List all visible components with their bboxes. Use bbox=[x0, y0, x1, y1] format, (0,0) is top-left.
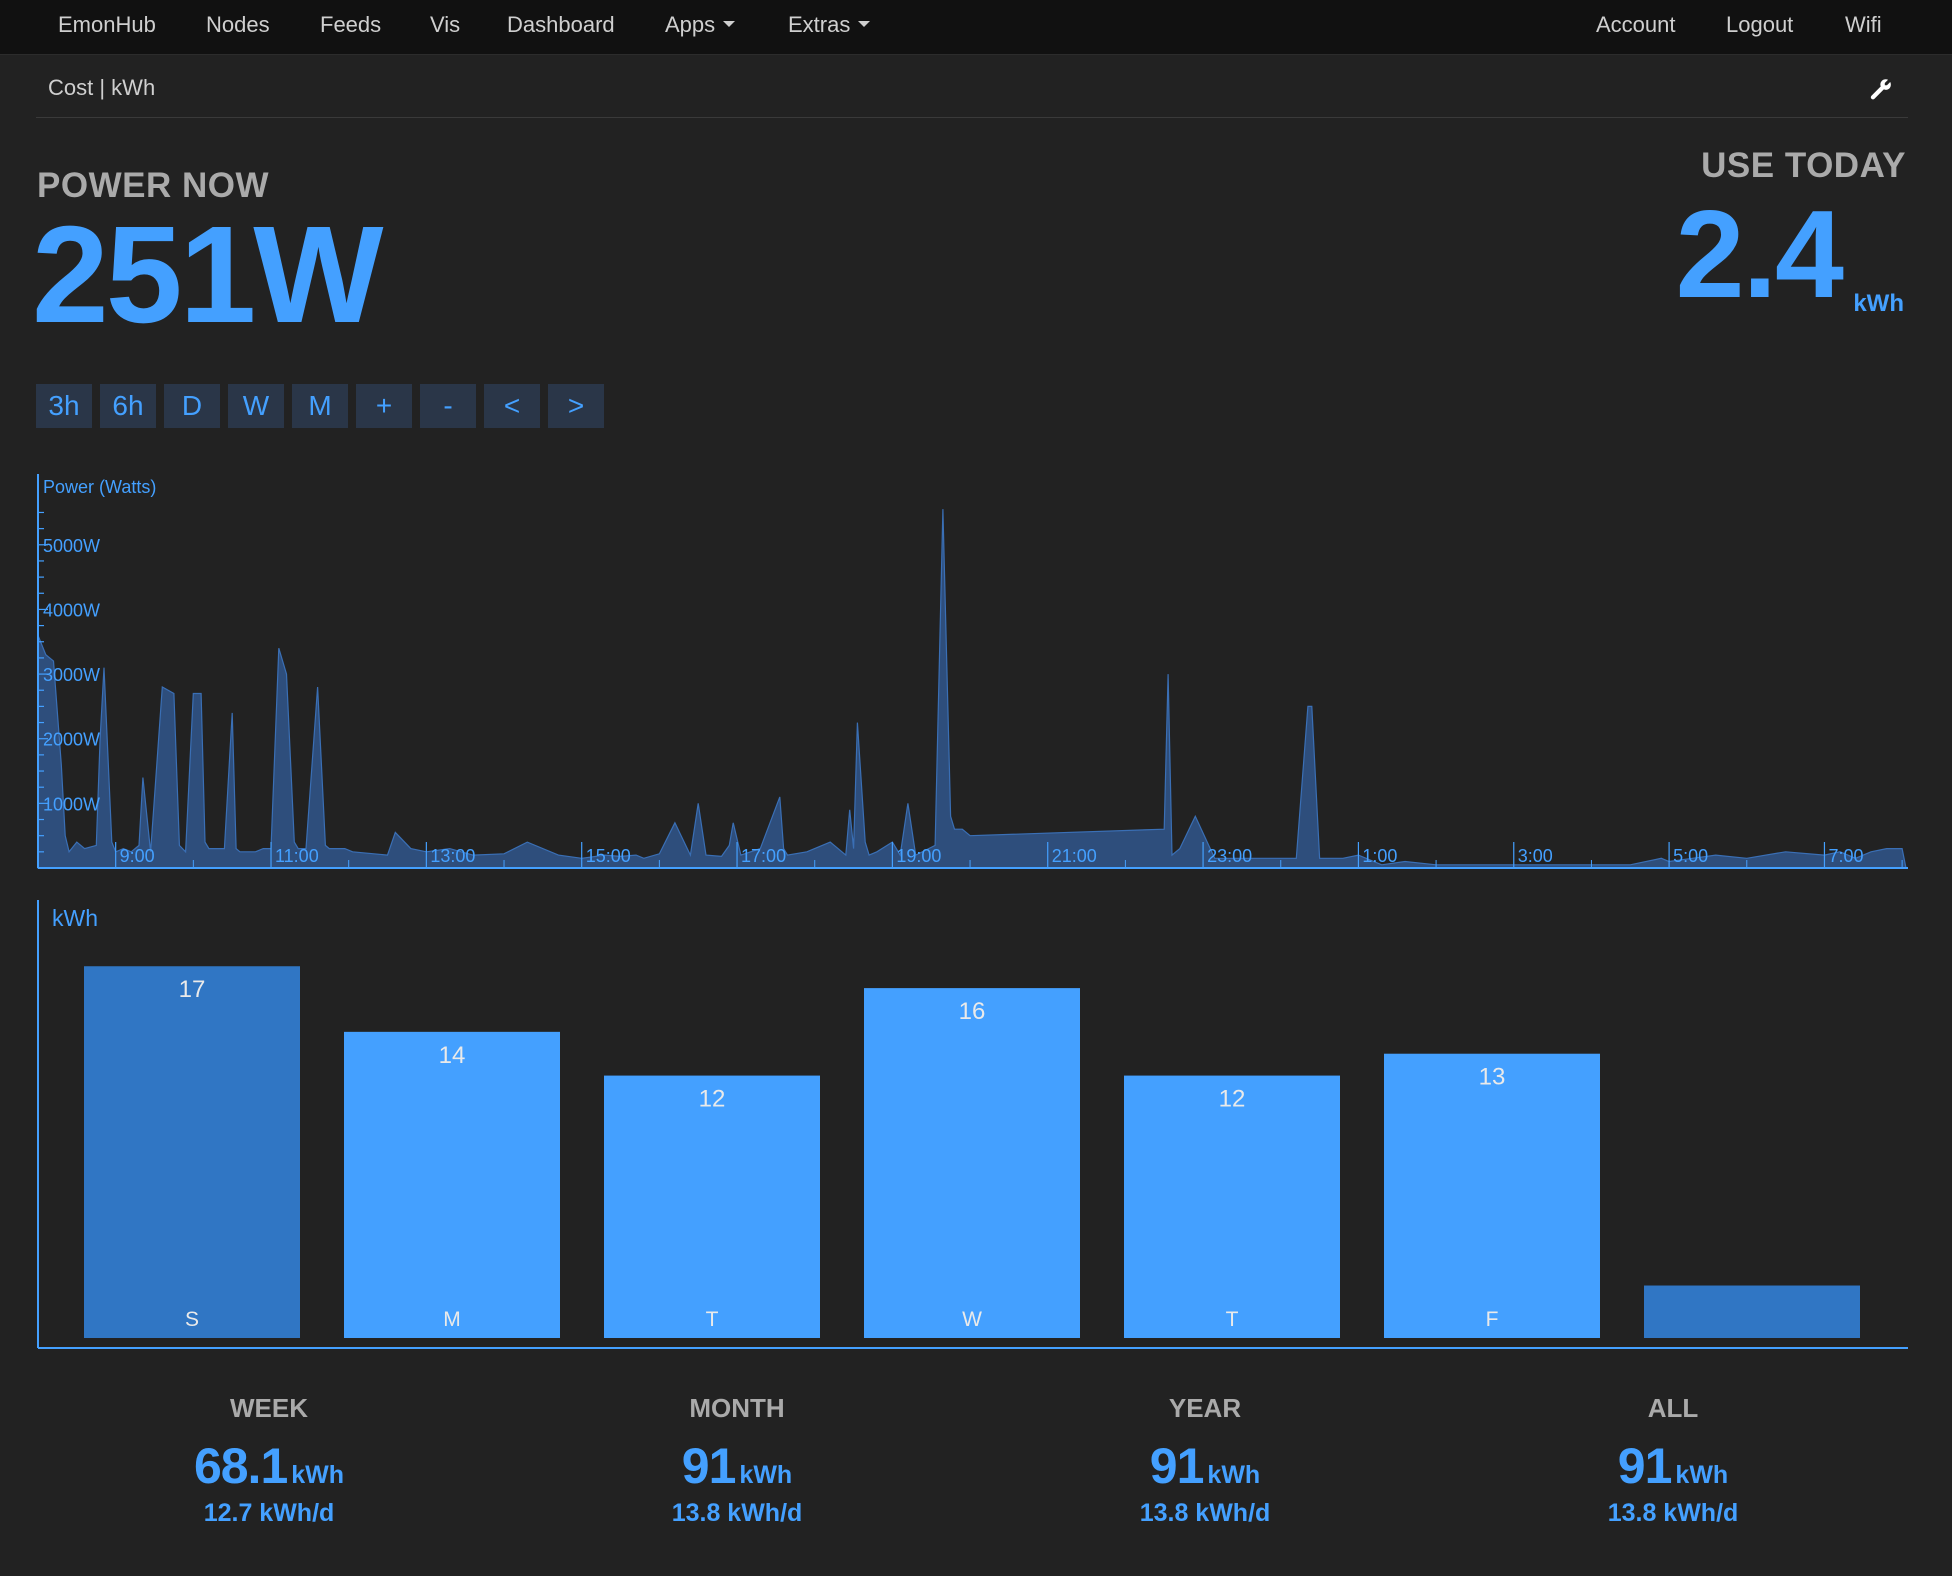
use-today-label: USE TODAY bbox=[1701, 146, 1906, 185]
power-x-tick-label: 13:00 bbox=[430, 846, 475, 866]
bar-day-label: T bbox=[706, 1308, 719, 1331]
bar-value-label: 12 bbox=[1219, 1086, 1246, 1113]
use-today-value: 2.4 bbox=[1675, 186, 1844, 324]
total-all-label: ALL bbox=[1647, 1393, 1699, 1423]
power-x-tick-label: 1:00 bbox=[1362, 846, 1397, 866]
daily-bar bbox=[864, 988, 1080, 1338]
btn-pan-left[interactable]: < bbox=[484, 384, 540, 428]
btn-zoom-in[interactable]: + bbox=[356, 384, 412, 428]
total-month-value: 91 bbox=[681, 1438, 737, 1494]
bar-day-label: T bbox=[1226, 1308, 1239, 1331]
nav-logout[interactable]: Logout bbox=[1726, 0, 1793, 50]
daily-bar bbox=[1384, 1053, 1600, 1338]
nav-nodes[interactable]: Nodes bbox=[206, 0, 270, 50]
power-x-tick-label: 23:00 bbox=[1207, 846, 1252, 866]
total-week-value: 68.1 bbox=[193, 1438, 288, 1494]
nav-vis[interactable]: Vis bbox=[430, 0, 460, 50]
total-week-label: WEEK bbox=[230, 1393, 308, 1423]
app-title: Cost | kWh bbox=[48, 75, 156, 100]
daily-bar bbox=[344, 1031, 560, 1338]
power-x-tick-label: 21:00 bbox=[1052, 846, 1097, 866]
power-x-tick-label: 19:00 bbox=[896, 846, 941, 866]
total-year-label: YEAR bbox=[1168, 1393, 1242, 1423]
use-today-unit: kWh bbox=[1853, 290, 1904, 317]
power-x-tick-label: 17:00 bbox=[741, 846, 786, 866]
caret-down-icon bbox=[858, 21, 871, 28]
daily-bar bbox=[84, 966, 300, 1338]
total-all: ALL 91 kWh 13.8 kWh/d bbox=[1513, 1393, 1833, 1528]
total-year-rate: 13.8 kWh/d bbox=[1139, 1499, 1271, 1527]
total-month-rate: 13.8 kWh/d bbox=[671, 1499, 803, 1527]
total-week-rate: 12.7 kWh/d bbox=[203, 1499, 335, 1527]
power-now-value: 251W bbox=[32, 198, 383, 352]
nav-extras-label: Extras bbox=[788, 12, 851, 37]
btn-day[interactable]: D bbox=[164, 384, 220, 428]
bar-value-label: 12 bbox=[699, 1086, 726, 1113]
power-x-tick-label: 15:00 bbox=[586, 846, 631, 866]
total-all-unit: kWh bbox=[1675, 1461, 1729, 1489]
btn-6h[interactable]: 6h bbox=[100, 384, 156, 428]
app-header: Cost | kWh bbox=[36, 64, 1908, 118]
daily-bar bbox=[604, 1075, 820, 1338]
power-area-series bbox=[37, 509, 1907, 869]
bar-day-label: F bbox=[1486, 1308, 1499, 1331]
power-chart[interactable]: 5000W 4000W 3000W 2000W 1000W Power (Watts) 9:… bbox=[30, 466, 1910, 876]
bar-value-label: 14 bbox=[439, 1042, 466, 1069]
power-y-tick-label: 5000W bbox=[43, 536, 100, 556]
bar-value-label: 17 bbox=[179, 976, 206, 1003]
power-x-tick-label: 3:00 bbox=[1518, 846, 1553, 866]
power-y-axis-title: Power (Watts) bbox=[43, 477, 156, 497]
power-x-tick-label: 9:00 bbox=[120, 846, 155, 866]
total-all-rate: 13.8 kWh/d bbox=[1607, 1499, 1739, 1527]
power-y-tick-label: 3000W bbox=[43, 665, 100, 685]
total-week: WEEK 68.1 kWh 12.7 kWh/d bbox=[109, 1393, 429, 1528]
total-month-label: MONTH bbox=[689, 1393, 785, 1423]
caret-down-icon bbox=[723, 21, 736, 28]
bar-day-label: S bbox=[185, 1308, 199, 1331]
power-y-tick-label: 2000W bbox=[43, 730, 100, 750]
btn-zoom-out[interactable]: - bbox=[420, 384, 476, 428]
daily-bar bbox=[1644, 1285, 1860, 1338]
total-year: YEAR 91 kWh 13.8 kWh/d bbox=[1045, 1393, 1365, 1528]
btn-pan-right[interactable]: > bbox=[548, 384, 604, 428]
btn-week[interactable]: W bbox=[228, 384, 284, 428]
bar-day-label: W bbox=[962, 1308, 982, 1331]
top-navbar: EmonHub Nodes Feeds Vis Dashboard Apps E… bbox=[0, 0, 1952, 55]
power-x-tick-label: 11:00 bbox=[275, 846, 319, 866]
bar-y-axis-title: kWh bbox=[52, 905, 98, 931]
nav-apps-dropdown[interactable]: Apps bbox=[665, 0, 736, 50]
nav-emonhub[interactable]: EmonHub bbox=[58, 0, 156, 50]
daily-kwh-bar-chart[interactable]: kWh 17 S 14 M 12 T 16 W 12 T 13 F bbox=[30, 900, 1910, 1350]
total-year-unit: kWh bbox=[1207, 1461, 1261, 1489]
bar-value-label: 16 bbox=[959, 998, 986, 1025]
wrench-icon[interactable] bbox=[1868, 76, 1894, 102]
btn-month[interactable]: M bbox=[292, 384, 348, 428]
bar-value-label: 13 bbox=[1479, 1064, 1506, 1091]
power-y-tick-label: 1000W bbox=[43, 794, 100, 814]
power-y-tick-label: 4000W bbox=[43, 600, 100, 620]
nav-wifi[interactable]: Wifi bbox=[1845, 0, 1882, 50]
power-x-tick-label: 5:00 bbox=[1673, 846, 1708, 866]
total-month-unit: kWh bbox=[739, 1461, 793, 1489]
nav-dashboard[interactable]: Dashboard bbox=[507, 0, 615, 50]
nav-feeds[interactable]: Feeds bbox=[320, 0, 381, 50]
nav-extras-dropdown[interactable]: Extras bbox=[788, 0, 871, 50]
nav-account[interactable]: Account bbox=[1596, 0, 1676, 50]
power-x-tick-label: 7:00 bbox=[1828, 846, 1863, 866]
daily-bar bbox=[1124, 1075, 1340, 1338]
nav-apps-label: Apps bbox=[665, 12, 716, 37]
total-month: MONTH 91 kWh 13.8 kWh/d bbox=[577, 1393, 897, 1528]
bar-day-label: M bbox=[443, 1308, 461, 1331]
total-all-value: 91 bbox=[1617, 1438, 1673, 1494]
btn-3h[interactable]: 3h bbox=[36, 384, 92, 428]
total-year-value: 91 bbox=[1149, 1438, 1205, 1494]
total-week-unit: kWh bbox=[291, 1461, 345, 1489]
